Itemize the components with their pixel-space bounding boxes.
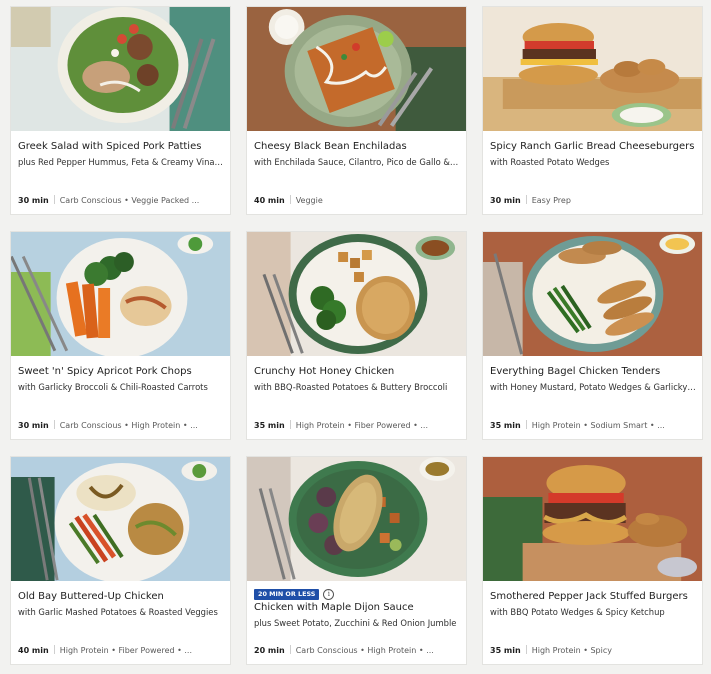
recipe-grid: Greek Salad with Spiced Pork Patties plu… <box>0 0 711 674</box>
recipe-subtitle: with Garlic Mashed Potatoes & Roasted Ve… <box>18 607 218 617</box>
recipe-title[interactable]: Greek Salad with Spiced Pork Patties <box>18 140 224 153</box>
recipe-card[interactable]: 20 MIN OR LESS i Chicken with Maple Dijon… <box>246 456 467 665</box>
divider <box>53 195 55 204</box>
recipe-image[interactable] <box>247 7 466 131</box>
recipe-title[interactable]: Crunchy Hot Honey Chicken <box>254 365 460 378</box>
recipe-image[interactable] <box>483 457 702 581</box>
divider <box>289 645 291 654</box>
cook-time: 30 min <box>490 196 521 205</box>
recipe-tags: High Protein • Sodium Smart • ... <box>531 421 665 430</box>
recipe-title[interactable]: Smothered Pepper Jack Stuffed Burgers <box>490 590 696 603</box>
recipe-tags: Carb Conscious • High Protein • ... <box>295 646 434 655</box>
recipe-card[interactable]: Cheesy Black Bean Enchiladas with Enchil… <box>246 6 467 215</box>
recipe-meta: 35 min High Protein • Spicy <box>490 645 696 657</box>
recipe-title[interactable]: Everything Bagel Chicken Tenders <box>490 365 696 378</box>
cook-time: 40 min <box>254 196 285 205</box>
divider <box>53 420 55 429</box>
recipe-title[interactable]: Old Bay Buttered-Up Chicken <box>18 590 224 603</box>
recipe-tags: Carb Conscious • High Protein • ... <box>59 421 198 430</box>
recipe-subtitle: with BBQ-Roasted Potatoes & Buttery Broc… <box>254 382 448 392</box>
recipe-subtitle: with Honey Mustard, Potato Wedges & Garl… <box>490 382 696 392</box>
divider <box>289 420 291 429</box>
recipe-subtitle: with Roasted Potato Wedges <box>490 157 610 167</box>
recipe-image[interactable] <box>11 457 230 581</box>
quick-badge: 20 MIN OR LESS <box>254 589 320 600</box>
recipe-tags: High Protein • Spicy <box>531 646 612 655</box>
recipe-card[interactable]: Crunchy Hot Honey Chicken with BBQ-Roast… <box>246 231 467 440</box>
recipe-image[interactable] <box>247 457 466 581</box>
cook-time: 35 min <box>254 421 285 430</box>
recipe-subtitle: plus Red Pepper Hummus, Feta & Creamy Vi… <box>18 157 224 167</box>
recipe-image[interactable] <box>483 232 702 356</box>
recipe-image[interactable] <box>11 7 230 131</box>
divider <box>53 645 55 654</box>
recipe-card[interactable]: Greek Salad with Spiced Pork Patties plu… <box>10 6 231 215</box>
divider <box>525 195 527 204</box>
divider <box>525 645 527 654</box>
recipe-meta: 40 min Veggie <box>254 195 460 207</box>
recipe-tags: Carb Conscious • Veggie Packed ... <box>59 196 200 205</box>
recipe-card[interactable]: Old Bay Buttered-Up Chicken with Garlic … <box>10 456 231 665</box>
recipe-meta: 30 min Easy Prep <box>490 195 696 207</box>
recipe-subtitle: with Enchilada Sauce, Cilantro, Pico de … <box>254 157 460 167</box>
recipe-tags: Veggie <box>295 196 323 205</box>
cook-time: 30 min <box>18 196 49 205</box>
recipe-subtitle: with Garlicky Broccoli & Chili-Roasted C… <box>18 382 208 392</box>
divider <box>525 420 527 429</box>
recipe-subtitle: plus Sweet Potato, Zucchini & Red Onion … <box>254 618 457 628</box>
recipe-subtitle: with BBQ Potato Wedges & Spicy Ketchup <box>490 607 665 617</box>
recipe-meta: 30 min Carb Conscious • Veggie Packed ... <box>18 195 224 207</box>
recipe-card[interactable]: Smothered Pepper Jack Stuffed Burgers wi… <box>482 456 703 665</box>
recipe-image[interactable] <box>247 232 466 356</box>
info-icon[interactable]: i <box>323 589 335 600</box>
recipe-meta: 20 min Carb Conscious • High Protein • ..… <box>254 645 460 657</box>
badge-row: 20 MIN OR LESS i <box>254 584 335 600</box>
recipe-tags: Easy Prep <box>531 196 571 205</box>
recipe-meta: 30 min Carb Conscious • High Protein • ..… <box>18 420 224 432</box>
cook-time: 20 min <box>254 646 285 655</box>
recipe-tags: High Protein • Fiber Powered • ... <box>295 421 428 430</box>
recipe-tags: High Protein • Fiber Powered • ... <box>59 646 192 655</box>
divider <box>289 195 291 204</box>
recipe-meta: 35 min High Protein • Sodium Smart • ... <box>490 420 696 432</box>
recipe-card[interactable]: Everything Bagel Chicken Tenders with Ho… <box>482 231 703 440</box>
recipe-meta: 40 min High Protein • Fiber Powered • ... <box>18 645 224 657</box>
cook-time: 35 min <box>490 421 521 430</box>
recipe-meta: 35 min High Protein • Fiber Powered • ... <box>254 420 460 432</box>
recipe-card[interactable]: Spicy Ranch Garlic Bread Cheeseburgers w… <box>482 6 703 215</box>
recipe-title[interactable]: Cheesy Black Bean Enchiladas <box>254 140 460 153</box>
cook-time: 30 min <box>18 421 49 430</box>
recipe-title[interactable]: Chicken with Maple Dijon Sauce <box>254 601 460 614</box>
cook-time: 35 min <box>490 646 521 655</box>
recipe-title[interactable]: Spicy Ranch Garlic Bread Cheeseburgers <box>490 140 696 153</box>
recipe-card[interactable]: Sweet 'n' Spicy Apricot Pork Chops with … <box>10 231 231 440</box>
recipe-title[interactable]: Sweet 'n' Spicy Apricot Pork Chops <box>18 365 224 378</box>
recipe-image[interactable] <box>11 232 230 356</box>
cook-time: 40 min <box>18 646 49 655</box>
recipe-image[interactable] <box>483 7 702 131</box>
